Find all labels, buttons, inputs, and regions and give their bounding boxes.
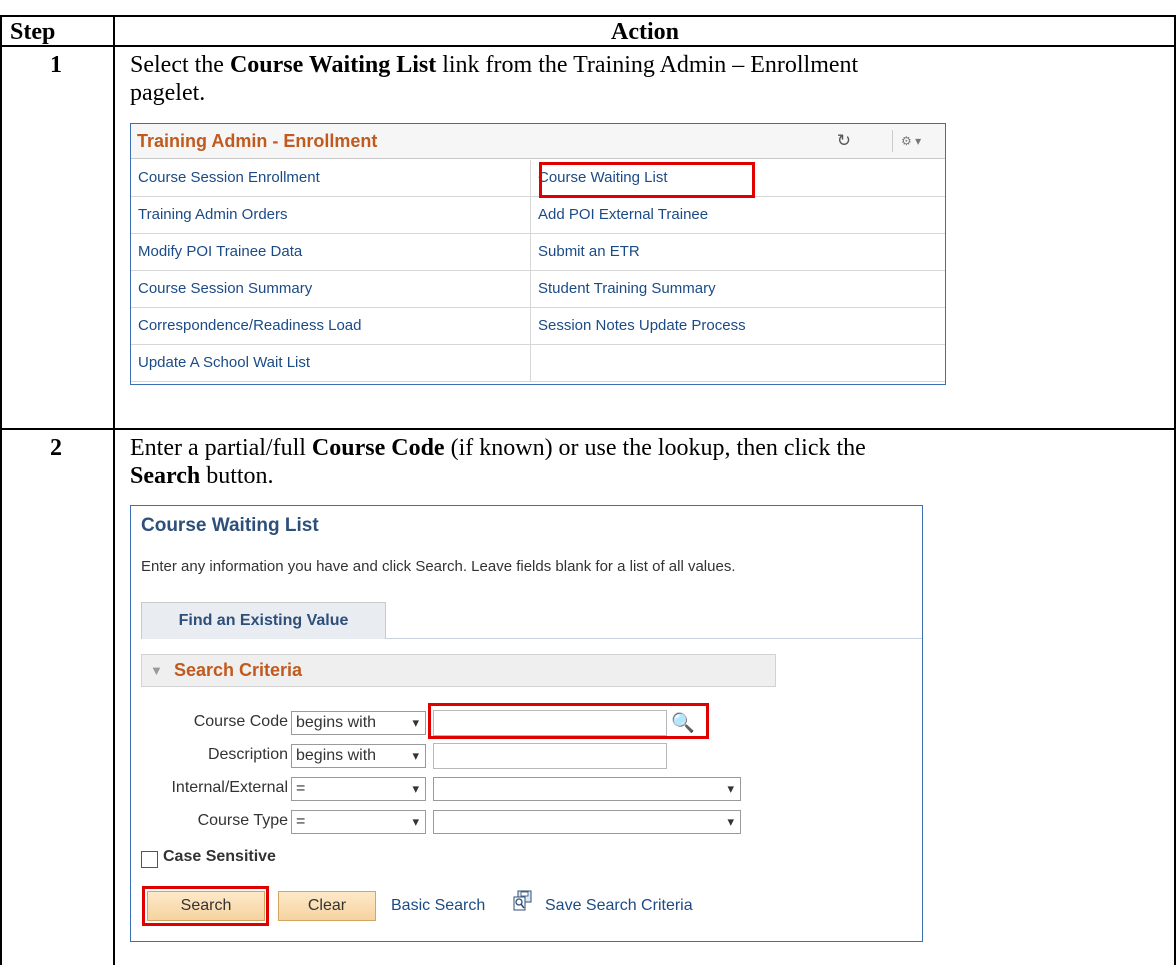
page-title: Course Waiting List: [141, 515, 319, 536]
chevron-down-icon: ▾: [412, 781, 419, 796]
column-divider: [113, 15, 115, 965]
internal-external-operator[interactable]: = ▾: [291, 777, 426, 801]
case-sensitive-label: Case Sensitive: [163, 848, 276, 865]
highlight-course-waiting-list: [539, 162, 755, 198]
step-2-text-b: (if known) or use the lookup, then click…: [444, 435, 866, 461]
training-admin-pagelet: Training Admin - Enrollment ↻ ⚙ ▾ Course…: [130, 123, 946, 385]
table-left-border: [0, 15, 2, 965]
course-code-operator-value: begins with: [296, 714, 377, 731]
chevron-down-icon: ▾: [412, 748, 419, 763]
step-2-number: 2: [50, 435, 62, 461]
header-bottom-border: [0, 45, 1176, 47]
step-2-instruction: Enter a partial/full Course Code (if kno…: [130, 434, 1160, 490]
pagelet-row: Training Admin Orders Add POI External Tr…: [131, 197, 945, 234]
step-1-text-c: pagelet.: [130, 80, 206, 106]
save-search-criteria-link[interactable]: Save Search Criteria: [545, 897, 693, 915]
internal-external-select[interactable]: ▾: [433, 777, 741, 801]
save-search-svg: [513, 890, 532, 911]
table-top-border: [0, 15, 1176, 17]
pagelet-header: Training Admin - Enrollment ↻ ⚙ ▾: [131, 124, 945, 159]
description-label: Description: [207, 746, 288, 763]
save-search-icon[interactable]: [512, 890, 534, 917]
course-type-select[interactable]: ▾: [433, 810, 741, 834]
step-2-text-bold: Course Code: [311, 435, 445, 461]
pagelet-row: Correspondence/Readiness Load Session Not…: [131, 308, 945, 345]
pagelet-row: Course Session Enrollment Course Waiting …: [131, 160, 945, 197]
internal-external-label: Internal/External: [171, 779, 288, 796]
search-instructions: Enter any information you have and click…: [141, 558, 736, 575]
step-1-instruction: Select the Course Waiting List link from…: [130, 51, 1160, 107]
step-2-text-bold-2: Search: [130, 463, 201, 489]
pagelet-empty-cell: [531, 345, 945, 382]
header-step: Step: [10, 19, 56, 45]
course-type-operator-value: =: [296, 813, 306, 830]
refresh-icon[interactable]: ↻: [837, 131, 851, 151]
gear-icon[interactable]: ⚙ ▾: [892, 130, 936, 152]
pagelet-link[interactable]: Update A School Wait List: [131, 345, 531, 382]
pagelet-row: Update A School Wait List: [131, 345, 945, 382]
header-action: Action: [611, 19, 679, 45]
chevron-down-icon: ▾: [412, 715, 419, 730]
pagelet-link[interactable]: Course Session Summary: [131, 271, 531, 308]
step-1-text-a: Select the: [130, 52, 230, 78]
search-criteria-header[interactable]: ▼ Search Criteria: [141, 654, 776, 687]
highlight-course-code: [428, 703, 709, 739]
course-type-label: Course Type: [197, 812, 288, 829]
basic-search-link[interactable]: Basic Search: [391, 897, 485, 915]
course-waiting-list-search: Course Waiting List Enter any informatio…: [130, 505, 923, 942]
pagelet-title: Training Admin - Enrollment: [137, 131, 378, 151]
pagelet-link[interactable]: Submit an ETR: [531, 234, 945, 271]
step-1-text-bold: Course Waiting List: [229, 52, 437, 78]
pagelet-link[interactable]: Session Notes Update Process: [531, 308, 945, 345]
course-code-label: Course Code: [193, 713, 288, 730]
pagelet-link[interactable]: Modify POI Trainee Data: [131, 234, 531, 271]
highlight-search-button: [142, 886, 269, 926]
description-input[interactable]: [433, 743, 667, 769]
chevron-down-icon: ▾: [727, 814, 734, 829]
pagelet-link[interactable]: Course Session Enrollment: [131, 160, 531, 197]
pagelet-row: Course Session Summary Student Training S…: [131, 271, 945, 308]
course-type-operator[interactable]: = ▾: [291, 810, 426, 834]
pagelet-link[interactable]: Add POI External Trainee: [531, 197, 945, 234]
tab-find-existing-value[interactable]: Find an Existing Value: [141, 602, 386, 639]
case-sensitive-checkbox[interactable]: [141, 851, 158, 868]
internal-external-operator-value: =: [296, 780, 306, 797]
course-code-operator[interactable]: begins with ▾: [291, 711, 426, 735]
description-operator-value: begins with: [296, 747, 377, 764]
step-2-text-a: Enter a partial/full: [130, 435, 312, 461]
step-2-text-c: button.: [200, 463, 274, 489]
collapse-arrow-icon: ▼: [150, 663, 163, 678]
chevron-down-icon: ▾: [727, 781, 734, 796]
pagelet-link[interactable]: Correspondence/Readiness Load: [131, 308, 531, 345]
description-operator[interactable]: begins with ▾: [291, 744, 426, 768]
search-criteria-label: Search Criteria: [174, 660, 303, 680]
pagelet-link[interactable]: Training Admin Orders: [131, 197, 531, 234]
pagelet-link[interactable]: Student Training Summary: [531, 271, 945, 308]
clear-button[interactable]: Clear: [278, 891, 376, 921]
row-divider: [0, 428, 1176, 430]
step-1-number: 1: [50, 52, 62, 78]
pagelet-row: Modify POI Trainee Data Submit an ETR: [131, 234, 945, 271]
tab-underline: [386, 638, 922, 639]
chevron-down-icon: ▾: [412, 814, 419, 829]
step-1-text-b: link from the Training Admin – Enrollmen…: [436, 52, 859, 78]
